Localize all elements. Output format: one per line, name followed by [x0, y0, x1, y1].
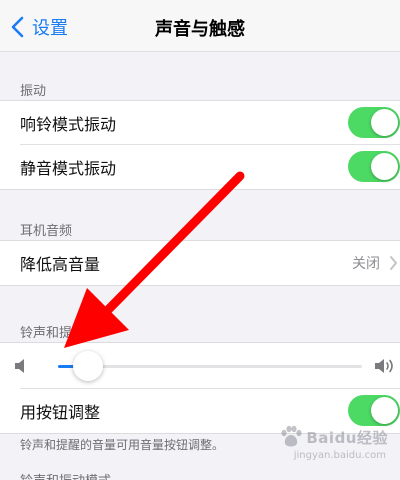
change-with-buttons-toggle[interactable] — [348, 395, 400, 426]
toggle-knob — [371, 153, 398, 180]
paw-logo-icon — [281, 425, 302, 447]
headphone-group: 降低高音量 关闭 — [0, 240, 400, 286]
ringer-vibrate-label: 响铃模式振动 — [20, 115, 117, 134]
chevron-right-icon — [390, 256, 397, 270]
reduce-loud-audio-label: 降低高音量 — [20, 255, 101, 274]
watermark: Baidu经验 jingyan.baidu.com — [278, 424, 388, 461]
toggle-knob — [371, 397, 398, 424]
toggle-knob — [371, 109, 398, 136]
reduce-loud-audio-value: 关闭 — [352, 256, 380, 272]
watermark-subtext: jingyan.baidu.com — [293, 450, 386, 461]
ringer-vibrate-row: 响铃模式振动 — [0, 101, 400, 145]
ringer-footer-note: 铃声和提醒的音量可用音量按钮调整。 — [20, 438, 225, 452]
vibration-group: 响铃模式振动 静音模式振动 — [0, 100, 400, 190]
speaker-high-icon — [375, 359, 393, 373]
silent-vibrate-label: 静音模式振动 — [20, 159, 117, 178]
navigation-bar: 设置 声音与触感 — [0, 0, 400, 52]
ringer-vibrate-toggle[interactable] — [348, 107, 400, 138]
speaker-low-icon — [15, 359, 24, 373]
volume-slider-thumb[interactable] — [73, 351, 104, 381]
silent-vibrate-toggle[interactable] — [348, 151, 400, 182]
volume-slider-row — [0, 343, 400, 389]
section-header-ringer: 铃声和提醒 — [20, 326, 86, 341]
section-header-headphone: 耳机音频 — [20, 224, 73, 239]
volume-slider-track[interactable] — [58, 365, 362, 368]
section-header-ringtone-vibration-patterns: 铃声和振动模式 — [20, 470, 111, 480]
section-header-vibration: 振动 — [20, 84, 47, 99]
page-title: 声音与触感 — [155, 19, 245, 40]
watermark-text: Baidu经验 — [306, 428, 388, 447]
ringer-group: 用按钮调整 — [0, 342, 400, 434]
reduce-loud-audio-row[interactable]: 降低高音量 关闭 — [0, 241, 400, 285]
change-with-buttons-label: 用按钮调整 — [20, 403, 101, 422]
silent-vibrate-row: 静音模式振动 — [0, 145, 400, 189]
